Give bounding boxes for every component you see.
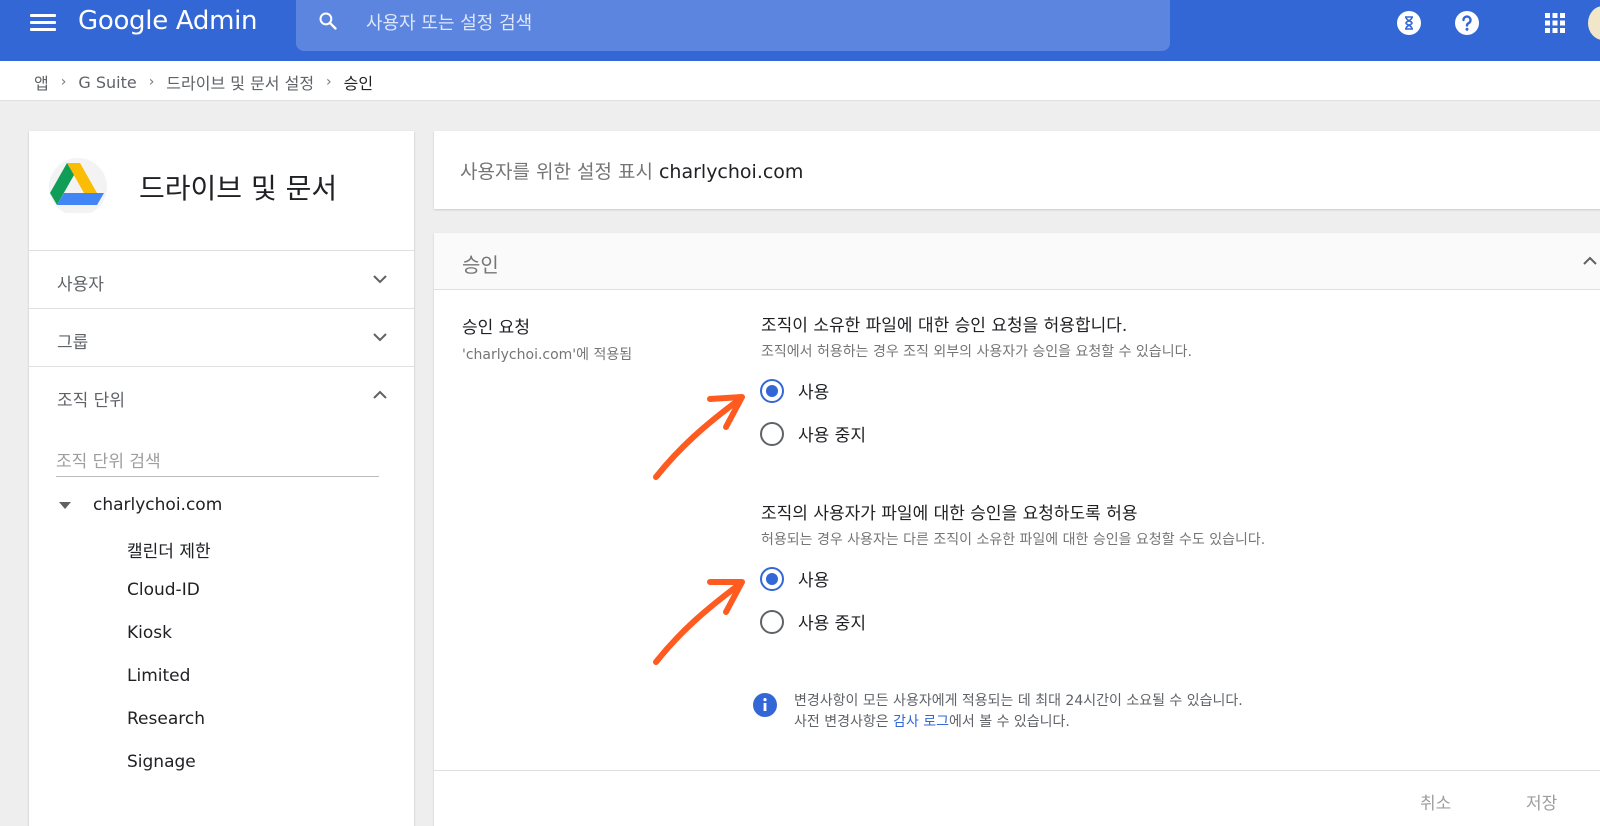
option-title: 조직이 소유한 파일에 대한 승인 요청을 허용합니다. — [761, 316, 1128, 336]
sidebar-panel: 드라이브 및 문서 사용자 그룹 조직 단위 charlychoi.com 캘린… — [29, 131, 414, 826]
audit-log-link[interactable]: 감사 로그 — [893, 714, 949, 730]
chevron-right-icon: › — [326, 74, 332, 90]
search-input[interactable] — [366, 8, 1126, 38]
notice-line-2: 사전 변경사항은 감사 로그에서 볼 수 있습니다. — [794, 712, 1243, 733]
radio-label: 사용 — [798, 383, 830, 403]
org-context-panel: 사용자를 위한 설정 표시 charlychoi.com — [434, 131, 1600, 209]
chevron-down-icon — [373, 333, 387, 342]
option-description: 허용되는 경우 사용자는 다른 조직이 소유한 파일에 대한 승인을 요청할 수… — [761, 532, 1266, 548]
org-tree-root-label: charlychoi.com — [93, 495, 223, 515]
org-unit-tree-section: charlychoi.com 캘린더 제한 Cloud-ID Kiosk Lim… — [29, 425, 414, 826]
org-tree-child[interactable]: Research — [127, 709, 205, 729]
org-tree-child[interactable]: Kiosk — [127, 623, 172, 643]
org-context-domain: charlychoi.com — [658, 161, 804, 183]
notice-line-1: 변경사항이 모든 사용자에게 적용되는 데 최대 24시간이 소요될 수 있습니… — [794, 693, 1243, 709]
search-icon — [319, 12, 337, 30]
settings-panel-header[interactable]: 승인 — [434, 233, 1600, 290]
sidebar-item-users[interactable]: 사용자 — [29, 251, 414, 309]
info-icon — [753, 693, 777, 717]
hourglass-icon[interactable] — [1396, 10, 1422, 36]
search-bar[interactable] — [296, 0, 1170, 51]
apps-grid-icon[interactable] — [1542, 10, 1568, 36]
org-tree-child[interactable]: Signage — [127, 752, 196, 772]
radio-unchecked-icon[interactable] — [760, 421, 784, 446]
org-context-prefix: 사용자를 위한 설정 표시 — [460, 161, 653, 183]
panel-title: 승인 — [462, 253, 499, 277]
annotation-arrow-icon — [653, 394, 745, 480]
chevron-down-icon — [373, 275, 387, 284]
caret-down-icon[interactable] — [59, 501, 71, 509]
brand-logo[interactable]: Google Admin — [78, 6, 258, 36]
breadcrumb: 앱 › G Suite › 드라이브 및 문서 설정 › 승인 — [34, 70, 373, 94]
help-icon[interactable] — [1454, 10, 1480, 36]
radio-option-1-off[interactable]: 사용 중지 — [760, 421, 866, 446]
app-header: 드라이브 및 문서 — [29, 131, 414, 251]
sidebar-item-label: 사용자 — [57, 275, 104, 295]
sidebar-item-label: 조직 단위 — [57, 391, 125, 411]
chevron-right-icon: › — [148, 74, 155, 90]
org-unit-search-input[interactable] — [56, 447, 379, 477]
org-context-text: 사용자를 위한 설정 표시 charlychoi.com — [460, 157, 803, 184]
radio-option-1-on[interactable]: 사용 — [760, 378, 829, 403]
radio-option-2-off[interactable]: 사용 중지 — [760, 609, 866, 634]
annotation-arrow-icon — [653, 579, 745, 665]
google-drive-logo-icon — [49, 158, 107, 213]
top-app-bar: Google Admin — [0, 0, 1600, 61]
sidebar-item-label: 그룹 — [57, 333, 89, 353]
radio-checked-icon[interactable] — [760, 378, 784, 403]
chevron-up-icon — [373, 390, 387, 399]
menu-icon[interactable] — [30, 10, 56, 36]
breadcrumb-bar: 앱 › G Suite › 드라이브 및 문서 설정 › 승인 — [0, 61, 1600, 101]
org-tree-child[interactable]: Cloud-ID — [127, 580, 200, 600]
breadcrumb-item-gsuite[interactable]: G Suite — [78, 73, 136, 92]
org-tree-root[interactable]: charlychoi.com — [56, 495, 222, 515]
radio-unchecked-icon[interactable] — [760, 609, 784, 634]
divider — [434, 770, 1600, 771]
breadcrumb-item-drive-settings[interactable]: 드라이브 및 문서 설정 — [166, 70, 314, 94]
chevron-up-icon[interactable] — [1582, 253, 1598, 269]
app-title: 드라이브 및 문서 — [139, 172, 338, 205]
setting-label: 승인 요청 — [462, 318, 530, 338]
sidebar-item-groups[interactable]: 그룹 — [29, 309, 414, 367]
setting-applied-scope: 'charlychoi.com'에 적용됨 — [462, 347, 633, 363]
radio-label: 사용 — [798, 571, 830, 591]
breadcrumb-item-current: 승인 — [343, 74, 374, 93]
org-tree-child[interactable]: 캘린더 제한 — [127, 537, 211, 562]
notice-line-2-prefix: 사전 변경사항은 — [794, 714, 894, 730]
settings-panel: 승인 승인 요청 'charlychoi.com'에 적용됨 조직이 소유한 파… — [434, 233, 1600, 826]
sidebar-item-org-units[interactable]: 조직 단위 — [29, 367, 414, 425]
cancel-button[interactable]: 취소 — [1420, 789, 1451, 814]
avatar[interactable] — [1588, 6, 1600, 40]
save-button[interactable]: 저장 — [1526, 789, 1557, 814]
notice-line-2-suffix: 에서 볼 수 있습니다. — [949, 714, 1070, 730]
radio-checked-icon[interactable] — [760, 566, 784, 591]
radio-option-2-on[interactable]: 사용 — [760, 566, 829, 591]
option-title: 조직의 사용자가 파일에 대한 승인을 요청하도록 허용 — [761, 504, 1138, 524]
radio-label: 사용 중지 — [798, 426, 866, 446]
radio-label: 사용 중지 — [798, 614, 866, 634]
notice-text: 변경사항이 모든 사용자에게 적용되는 데 최대 24시간이 소요될 수 있습니… — [794, 691, 1243, 733]
chevron-right-icon: › — [60, 74, 67, 90]
org-tree-child[interactable]: Limited — [127, 666, 190, 686]
breadcrumb-item-apps[interactable]: 앱 — [34, 70, 49, 94]
option-description: 조직에서 허용하는 경우 조직 외부의 사용자가 승인을 요청할 수 있습니다. — [761, 344, 1192, 360]
